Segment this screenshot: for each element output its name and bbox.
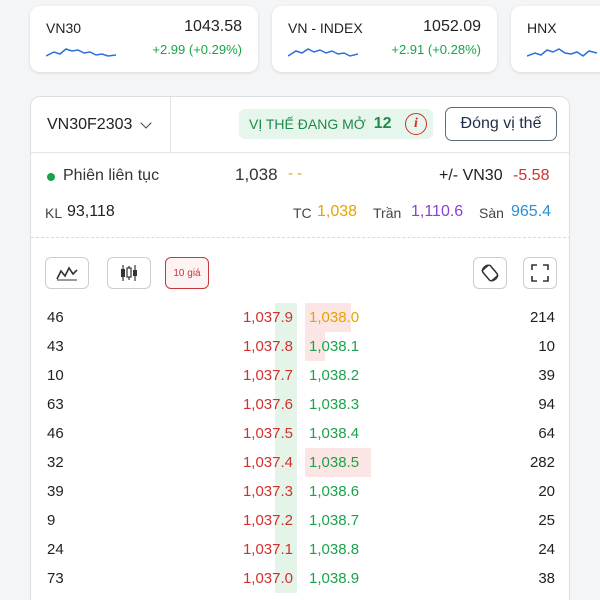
ask-price[interactable]: 1,038.2 [309, 367, 359, 384]
bid-quantity: 63 [47, 396, 64, 413]
open-position-label: VỊ THẾ ĐANG MỞ [249, 116, 366, 132]
orderbook-row[interactable]: 10 1,037.7 1,038.2 39 [31, 361, 569, 390]
divider [31, 237, 569, 238]
ask-price[interactable]: 1,038.9 [309, 570, 359, 587]
ask-price[interactable]: 1,038.5 [309, 454, 359, 471]
index-name: VN - INDEX [288, 20, 363, 36]
ask-quantity: 39 [538, 367, 555, 384]
bid-price[interactable]: 1,037.7 [181, 367, 293, 384]
line-chart-icon [56, 266, 78, 281]
index-name: HNX [527, 20, 557, 36]
fullscreen-icon [531, 264, 549, 282]
ask-quantity: 25 [538, 512, 555, 529]
bid-price[interactable]: 1,037.4 [181, 454, 293, 471]
price-change: - - [288, 165, 303, 182]
ask-quantity: 282 [529, 454, 555, 471]
rotate-icon [481, 264, 499, 282]
ask-quantity: 10 [538, 338, 555, 355]
orderbook-row[interactable]: 73 1,037.0 1,038.9 38 [31, 564, 569, 593]
session-label: Phiên liên tục [63, 167, 160, 184]
bid-price[interactable]: 1,037.8 [181, 338, 293, 355]
bid-quantity: 9 [47, 512, 56, 529]
ask-quantity: 38 [538, 570, 555, 587]
basis-value: -5.58 [513, 167, 550, 184]
index-value: 1052.09 [423, 18, 481, 35]
bid-price[interactable]: 1,037.9 [181, 309, 293, 326]
bid-quantity: 32 [47, 454, 64, 471]
sparkline-icon [527, 48, 597, 57]
panel-header: VN30F2303 VỊ THẾ ĐANG MỞ 12 i Đóng vị th… [31, 97, 569, 153]
index-value: 1043.58 [184, 18, 242, 35]
derivatives-panel: VN30F2303 VỊ THẾ ĐANG MỞ 12 i Đóng vị th… [30, 96, 570, 600]
rotate-screen-button[interactable] [473, 257, 507, 289]
floor-value: 965.4 [511, 203, 552, 220]
ask-quantity: 24 [538, 541, 555, 558]
ask-price[interactable]: 1,038.4 [309, 425, 359, 442]
basis-label: +/- VN30 [439, 167, 503, 184]
bid-quantity: 10 [47, 367, 64, 384]
bid-quantity: 46 [47, 309, 64, 326]
floor-label: Sàn [479, 205, 504, 221]
bid-quantity: 24 [47, 541, 64, 558]
sparkline-icon [288, 48, 358, 57]
index-change: +2.91 (+0.28%) [391, 42, 481, 57]
last-price: 1,038 [235, 165, 278, 184]
candlestick-icon [121, 265, 137, 281]
contract-symbol: VN30F2303 [47, 116, 133, 133]
bid-price[interactable]: 1,037.1 [181, 541, 293, 558]
bid-quantity: 46 [47, 425, 64, 442]
orderbook-row[interactable]: 43 1,037.8 1,038.1 10 [31, 332, 569, 361]
orderbook-row[interactable]: 63 1,037.6 1,038.3 94 [31, 390, 569, 419]
orderbook-row[interactable]: 24 1,037.1 1,038.8 24 [31, 535, 569, 564]
sparkline-icon [46, 48, 116, 57]
depth-10-button[interactable]: 10 giá [165, 257, 209, 289]
open-position-badge[interactable]: VỊ THẾ ĐANG MỞ 12 i [239, 109, 433, 139]
index-card-vn30[interactable]: VN30 1043.58 +2.99 (+0.29%) [30, 6, 258, 72]
bid-price[interactable]: 1,037.2 [181, 512, 293, 529]
volume-value: 93,118 [67, 203, 115, 220]
orderbook-row[interactable]: 39 1,037.3 1,038.6 20 [31, 477, 569, 506]
ceiling-value: 1,110.6 [411, 203, 464, 220]
index-change: +2.99 (+0.29%) [152, 42, 242, 57]
ask-quantity: 64 [538, 425, 555, 442]
ask-price[interactable]: 1,038.0 [309, 309, 359, 326]
orderbook-row[interactable]: 46 1,037.5 1,038.4 64 [31, 419, 569, 448]
orderbook-row[interactable]: 32 1,037.4 1,038.5 282 [31, 448, 569, 477]
candlestick-button[interactable] [107, 257, 151, 289]
ask-price[interactable]: 1,038.1 [309, 338, 359, 355]
ref-value: 1,038 [317, 203, 358, 220]
ask-quantity: 20 [538, 483, 555, 500]
chevron-down-icon [140, 117, 153, 129]
bid-quantity: 43 [47, 338, 64, 355]
ask-price[interactable]: 1,038.8 [309, 541, 359, 558]
open-position-count: 12 [373, 115, 392, 132]
ask-price[interactable]: 1,038.6 [309, 483, 359, 500]
line-chart-button[interactable] [45, 257, 89, 289]
orderbook-row[interactable]: 46 1,037.9 1,038.0 214 [31, 303, 569, 332]
session-status-dot [47, 173, 55, 181]
index-name: VN30 [46, 20, 82, 36]
fullscreen-button[interactable] [523, 257, 557, 289]
bid-price[interactable]: 1,037.0 [181, 570, 293, 587]
ask-quantity: 94 [538, 396, 555, 413]
close-position-button[interactable]: Đóng vị thế [445, 107, 557, 141]
bid-price[interactable]: 1,037.5 [181, 425, 293, 442]
depth-10-label: 10 giá [173, 267, 201, 279]
volume-label: KL [45, 205, 63, 221]
bid-quantity: 39 [47, 483, 64, 500]
info-icon[interactable]: i [405, 113, 427, 135]
ceiling-label: Trần [373, 205, 402, 221]
ref-label: TC [293, 205, 312, 221]
index-card-hnx[interactable]: HNX [511, 6, 600, 72]
bid-price[interactable]: 1,037.3 [181, 483, 293, 500]
orderbook-row[interactable]: 9 1,037.2 1,038.7 25 [31, 506, 569, 535]
bid-quantity: 73 [47, 570, 64, 587]
bid-price[interactable]: 1,037.6 [181, 396, 293, 413]
ask-price[interactable]: 1,038.7 [309, 512, 359, 529]
ask-quantity: 214 [529, 309, 555, 326]
contract-selector[interactable]: VN30F2303 [31, 97, 171, 153]
ask-price[interactable]: 1,038.3 [309, 396, 359, 413]
index-card-vnindex[interactable]: VN - INDEX 1052.09 +2.91 (+0.28%) [272, 6, 497, 72]
